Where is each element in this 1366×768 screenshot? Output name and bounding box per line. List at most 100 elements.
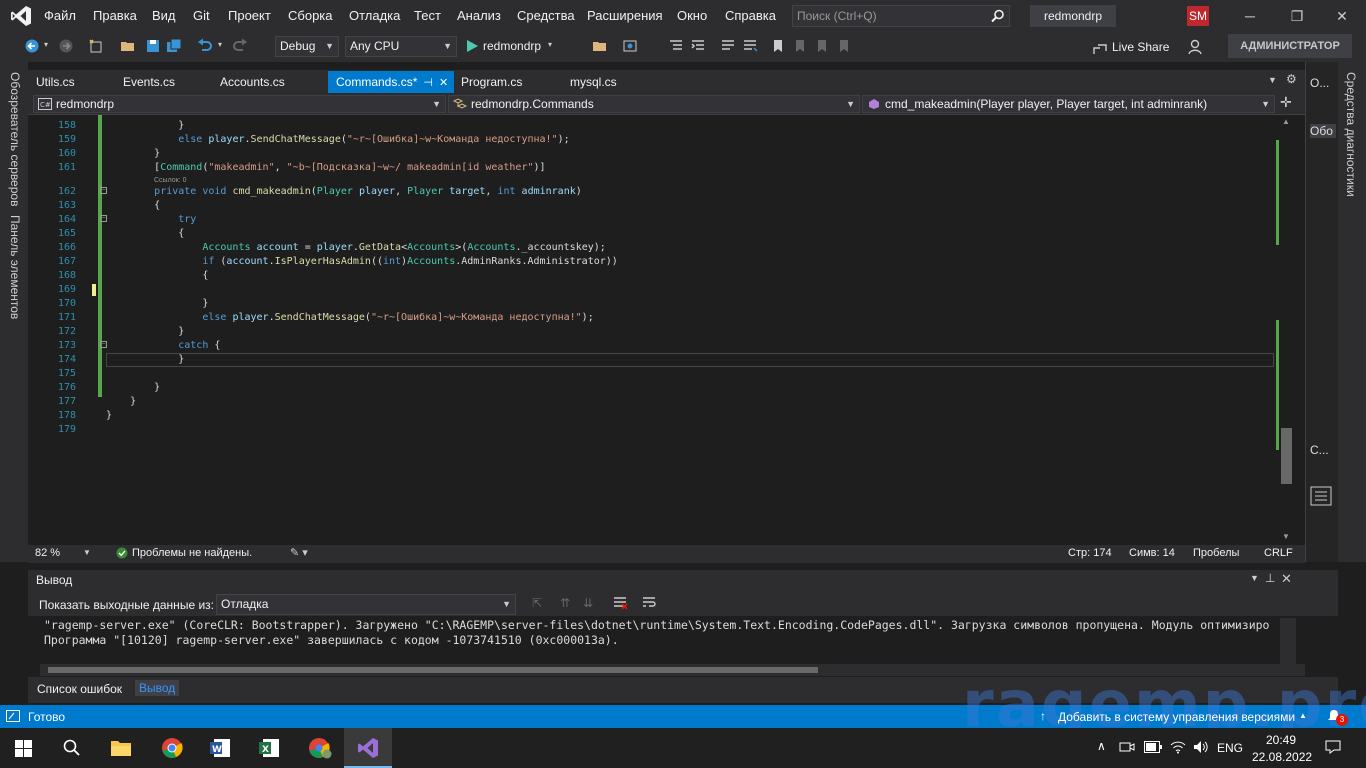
clock-time[interactable]: 20:49 xyxy=(1266,733,1296,747)
tab-commands[interactable]: Commands.cs* ⊣ ✕ xyxy=(328,71,454,93)
zoom-dropdown-icon[interactable]: ▼ xyxy=(83,548,91,557)
back-dropdown-icon[interactable]: ▾ xyxy=(44,40,48,49)
taskbar-file-explorer[interactable] xyxy=(97,728,145,768)
code-line[interactable]: else player.SendChatMessage("~r~[Ошибка]… xyxy=(106,134,569,145)
output-source-select[interactable]: Отладка ▼ xyxy=(216,594,516,615)
comment-icon[interactable] xyxy=(720,38,736,54)
menu-help[interactable]: Справка xyxy=(725,8,776,23)
back-arrow-icon[interactable] xyxy=(24,38,40,54)
add-to-source-control-button[interactable]: Добавить в систему управления версиями xyxy=(1058,710,1295,724)
right-panel-label-1[interactable]: О... xyxy=(1310,76,1329,90)
prev-message-icon[interactable]: ⇈ xyxy=(560,596,570,610)
clear-all-icon[interactable] xyxy=(612,595,628,611)
next-bookmark-icon[interactable] xyxy=(814,38,830,54)
code-line[interactable]: } xyxy=(106,298,208,309)
new-project-icon[interactable] xyxy=(88,38,104,54)
member-select[interactable]: cmd_makeadmin(Player player, Player targ… xyxy=(862,95,1275,113)
code-line[interactable]: } xyxy=(106,410,112,421)
redo-icon[interactable] xyxy=(232,38,248,54)
problems-status[interactable]: Проблемы не найдены. xyxy=(132,547,252,559)
play-icon[interactable] xyxy=(464,38,480,54)
zoom-level[interactable]: 82 % xyxy=(35,547,60,559)
pin-panel-icon[interactable]: ⊥ xyxy=(1265,571,1275,585)
menu-build[interactable]: Сборка xyxy=(288,8,333,23)
output-scroll-thumb[interactable] xyxy=(48,667,818,673)
code-line[interactable]: else player.SendChatMessage("~r~[Ошибка]… xyxy=(106,312,593,323)
diagnostics-icon[interactable] xyxy=(1310,486,1332,506)
clock-date[interactable]: 22.08.2022 xyxy=(1252,750,1312,764)
menu-extensions[interactable]: Расширения xyxy=(587,8,663,23)
pin-icon[interactable]: ⊣ xyxy=(423,72,433,94)
prev-bookmark-icon[interactable] xyxy=(792,38,808,54)
output-vertical-scrollbar[interactable] xyxy=(1280,618,1296,664)
bookmark-icon[interactable] xyxy=(770,38,786,54)
next-message-icon[interactable]: ⇊ xyxy=(583,596,593,610)
menu-debug[interactable]: Отладка xyxy=(349,8,400,23)
taskbar-word[interactable]: W xyxy=(196,728,244,768)
code-editor[interactable] xyxy=(28,115,1305,545)
battery-icon[interactable] xyxy=(1144,741,1162,753)
visual-studio-logo-icon[interactable] xyxy=(10,5,32,27)
project-select[interactable]: C# redmondrp ▼ xyxy=(33,95,446,113)
right-panel-label-2[interactable]: Обо xyxy=(1310,124,1336,138)
find-message-icon[interactable]: ⇱ xyxy=(532,596,542,610)
code-line[interactable]: } xyxy=(106,326,184,337)
action-center-icon[interactable] xyxy=(1325,739,1341,755)
align-icon[interactable] xyxy=(668,38,684,54)
undo-icon[interactable] xyxy=(197,38,213,54)
code-line[interactable]: { xyxy=(106,200,160,211)
avatar[interactable]: SM xyxy=(1187,6,1209,26)
tab-error-list[interactable]: Список ошибок xyxy=(37,682,122,696)
menu-tools[interactable]: Средства xyxy=(517,8,575,23)
code-line[interactable]: Accounts account = player.GetData<Accoun… xyxy=(106,242,605,253)
save-icon[interactable] xyxy=(145,38,161,54)
tab-list-dropdown-icon[interactable]: ▼ xyxy=(1268,75,1277,85)
start-debugging-button[interactable]: redmondrp xyxy=(483,39,541,53)
code-line[interactable]: catch { xyxy=(106,340,220,351)
toolbox-tab[interactable]: Панель элементов xyxy=(8,215,22,319)
meet-now-icon[interactable] xyxy=(1119,740,1135,754)
code-line[interactable]: } xyxy=(106,120,184,131)
server-explorer-tab[interactable]: Обозреватель серверов xyxy=(8,72,22,206)
undo-dropdown-icon[interactable]: ▾ xyxy=(218,40,222,49)
code-line[interactable]: } xyxy=(106,396,136,407)
tab-events[interactable]: Events.cs xyxy=(115,71,183,93)
code-line[interactable]: } xyxy=(106,382,160,393)
input-language[interactable]: ENG xyxy=(1217,741,1243,755)
screenshot-icon[interactable] xyxy=(622,38,638,54)
tab-accounts[interactable]: Accounts.cs xyxy=(212,71,293,93)
tray-overflow-icon[interactable]: ∧ xyxy=(1097,739,1106,753)
class-select[interactable]: redmondrp.Commands ▼ xyxy=(448,95,860,113)
line-ending[interactable]: CRLF xyxy=(1264,547,1293,559)
save-all-icon[interactable] xyxy=(166,38,182,54)
run-dropdown-icon[interactable]: ▾ xyxy=(548,40,552,49)
code-line[interactable]: { xyxy=(106,270,208,281)
diagnostic-tools-tab[interactable]: Средства диагностики xyxy=(1344,72,1358,197)
code-lens-references[interactable]: Ссылок: 0 xyxy=(154,177,187,184)
code-line[interactable]: private void cmd_makeadmin(Player player… xyxy=(106,186,582,197)
taskbar-visual-studio[interactable] xyxy=(344,728,392,768)
scroll-thumb[interactable] xyxy=(1281,428,1292,484)
maximize-button[interactable]: ❐ xyxy=(1282,5,1312,27)
split-view-icon[interactable]: ✛ xyxy=(1280,94,1292,111)
code-line[interactable]: try xyxy=(106,214,196,225)
close-panel-icon[interactable]: ✕ xyxy=(1281,571,1292,587)
code-cleanup-icon[interactable]: ✎ ▾ xyxy=(290,546,308,559)
menu-git[interactable]: Git xyxy=(193,8,210,23)
indent-icon[interactable] xyxy=(690,38,706,54)
menu-test[interactable]: Тест xyxy=(414,8,441,23)
taskbar-chrome[interactable] xyxy=(148,728,196,768)
uncomment-icon[interactable] xyxy=(742,38,758,54)
menu-file[interactable]: Файл xyxy=(44,8,76,23)
close-tab-icon[interactable]: ✕ xyxy=(439,72,448,94)
code-line[interactable]: [Command("makeadmin", "~b~[Подсказка]~w~… xyxy=(106,162,545,173)
scroll-up-icon[interactable]: ▲ xyxy=(1282,117,1290,126)
menu-view[interactable]: Вид xyxy=(152,8,176,23)
live-share-button[interactable]: Live Share xyxy=(1112,40,1169,54)
tab-output[interactable]: Вывод xyxy=(135,680,180,696)
network-icon[interactable] xyxy=(1170,740,1186,754)
open-folder-icon[interactable] xyxy=(120,38,136,54)
whitespace-mode[interactable]: Пробелы xyxy=(1193,547,1239,559)
settings-gear-icon[interactable]: ⚙ xyxy=(1286,72,1297,86)
feedback-icon[interactable] xyxy=(1188,38,1206,56)
